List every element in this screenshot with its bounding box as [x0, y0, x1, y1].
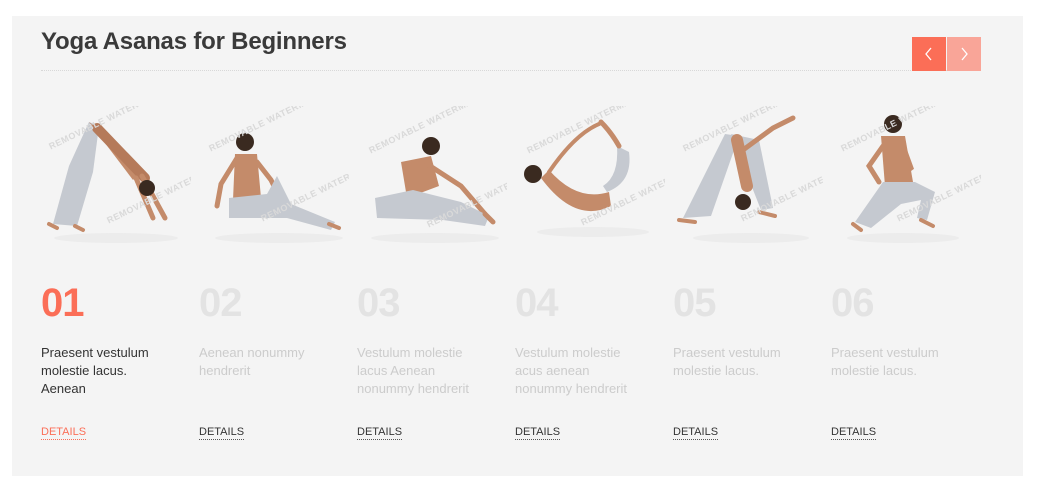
card-number: 06 [831, 281, 874, 325]
card-number: 01 [41, 281, 84, 325]
carousel-prev-button[interactable] [912, 37, 946, 71]
downward-dog-pose-image: REMOVABLE WATERMARK REMOVABLE WATERMARK [41, 106, 191, 248]
pose-figure [47, 122, 178, 243]
card-description: Praesent vestulum molestie lacus. [673, 345, 781, 378]
details-link[interactable]: DETAILS [515, 426, 561, 440]
card-description: Praesent vestulum molestie lacus. Aenean [41, 345, 149, 396]
seated-forward-bend-pose-image: REMOVABLE WATERMARK REMOVABLE WATERMARK [357, 106, 507, 248]
card-number: 04 [515, 281, 558, 325]
pyramid-pose-image: REMOVABLE WATERMARK REMOVABLE WATERMARK [673, 106, 823, 248]
details-link[interactable]: DETAILS [357, 426, 403, 440]
title-divider [41, 70, 981, 71]
pose-figure [677, 115, 809, 243]
details-link[interactable]: DETAILS [673, 426, 719, 440]
details-link[interactable]: DETAILS [199, 426, 245, 440]
card-description: Aenean nonummy hendrerit [199, 345, 305, 378]
card-description: Vestulum molestie lacus Aenean nonummy h… [357, 345, 469, 396]
lunge-twist-pose-image: REMOVABLE WATERMARK REMOVABLE WATERMARK [831, 106, 981, 248]
pose-figure [214, 133, 343, 243]
bow-pose-image: REMOVABLE WATERMARK REMOVABLE WATERMARK [515, 106, 665, 248]
card-number: 03 [357, 281, 400, 325]
details-link[interactable]: DETAILS [831, 426, 877, 440]
yoga-asanas-section: Yoga Asanas for Beginners REMOVABLE WATE… [12, 16, 1023, 476]
chevron-left-icon [925, 47, 932, 61]
pose-figure [847, 115, 959, 243]
section-title: Yoga Asanas for Beginners [41, 28, 347, 55]
card-description: Praesent vestulum molestie lacus. [831, 345, 939, 378]
card-description: Vestulum molestie acus aenean nonummy he… [515, 345, 627, 396]
pose-figure [524, 119, 649, 237]
card-number: 05 [673, 281, 716, 325]
details-link[interactable]: DETAILS [41, 426, 87, 440]
card-number: 02 [199, 281, 242, 325]
seated-twist-pose-image: REMOVABLE WATERMARK REMOVABLE WATERMARK [199, 106, 349, 248]
carousel-next-button[interactable] [947, 37, 981, 71]
chevron-right-icon [961, 47, 968, 61]
